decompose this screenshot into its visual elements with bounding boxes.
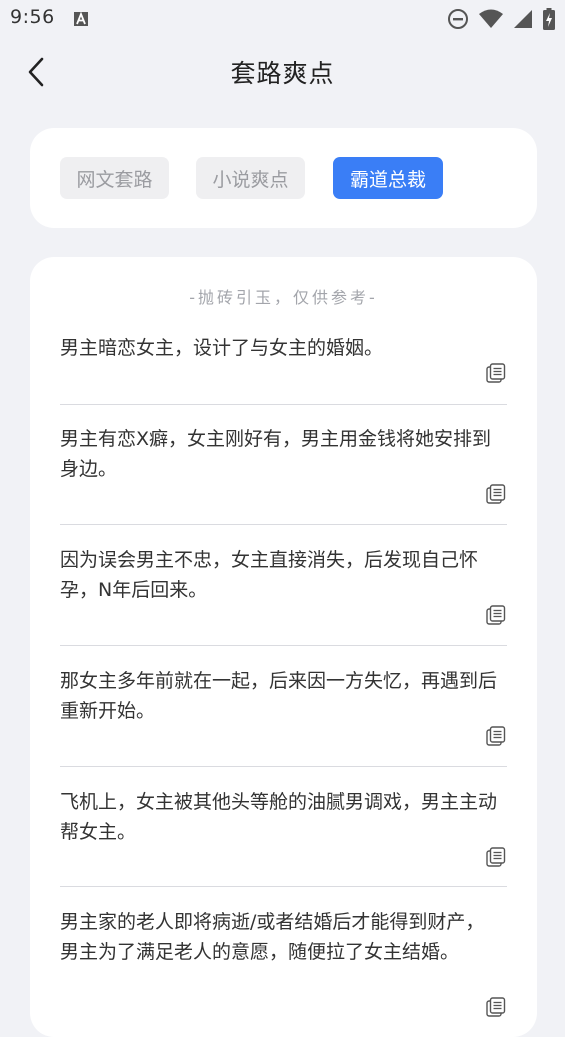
tab-novel-highlights[interactable]: 小说爽点 bbox=[196, 157, 305, 199]
page-title: 套路爽点 bbox=[230, 59, 335, 88]
battery-icon bbox=[543, 8, 555, 30]
cellular-signal-icon bbox=[514, 10, 532, 28]
category-tabs-card: 网文套路 小说爽点 霸道总裁 bbox=[30, 128, 537, 228]
list-item: 男主有恋X癖，女主刚好有，男主用金钱将她安排到身边。 bbox=[60, 424, 507, 504]
divider bbox=[60, 404, 507, 405]
list-item: 飞机上，女主被其他头等舱的油腻男调戏，男主主动帮女主。 bbox=[60, 787, 507, 867]
divider bbox=[60, 886, 507, 887]
copy-icon[interactable] bbox=[486, 847, 506, 867]
tab-label: 网文套路 bbox=[76, 168, 153, 191]
item-text: 因为误会男主不忠，女主直接消失，后发现自己怀孕，N年后回来。 bbox=[60, 549, 479, 601]
item-text: 男主家的老人即将病逝/或者结婚后才能得到财产，男主为了满足老人的意愿，随便拉了女… bbox=[60, 911, 485, 963]
header: 套路爽点 bbox=[0, 38, 565, 106]
tab-label: 霸道总裁 bbox=[349, 168, 426, 191]
item-text: 男主有恋X癖，女主刚好有，男主用金钱将她安排到身边。 bbox=[60, 428, 492, 480]
tab-web-novel-tropes[interactable]: 网文套路 bbox=[60, 157, 169, 199]
copy-icon[interactable] bbox=[486, 363, 506, 383]
copy-icon[interactable] bbox=[486, 605, 506, 625]
copy-icon[interactable] bbox=[486, 484, 506, 504]
list-item: 因为误会男主不忠，女主直接消失，后发现自己怀孕，N年后回来。 bbox=[60, 545, 507, 625]
item-text: 男主暗恋女主，设计了与女主的婚姻。 bbox=[60, 337, 384, 359]
tropes-list-card: -抛砖引玉，仅供参考- 男主暗恋女主，设计了与女主的婚姻。 男主有恋X癖，女主刚… bbox=[30, 257, 537, 1037]
wifi-icon bbox=[479, 9, 503, 28]
status-icons bbox=[447, 6, 555, 32]
divider bbox=[60, 766, 507, 767]
copy-icon[interactable] bbox=[486, 726, 506, 746]
status-time: 9:56 bbox=[10, 6, 55, 28]
divider bbox=[60, 645, 507, 646]
item-text: 飞机上，女主被其他头等舱的油腻男调戏，男主主动帮女主。 bbox=[60, 791, 498, 843]
reference-hint: -抛砖引玉，仅供参考- bbox=[189, 288, 378, 307]
list-item: 男主家的老人即将病逝/或者结婚后才能得到财产，男主为了满足老人的意愿，随便拉了女… bbox=[60, 907, 507, 1017]
copy-icon[interactable] bbox=[486, 997, 506, 1017]
divider bbox=[60, 524, 507, 525]
list-item: 男主暗恋女主，设计了与女主的婚姻。 bbox=[60, 333, 507, 405]
status-bar: 9:56 bbox=[0, 0, 565, 38]
list-item: 那女主多年前就在一起，后来因一方失忆，再遇到后重新开始。 bbox=[60, 666, 507, 746]
notification-a-icon bbox=[74, 11, 88, 26]
do-not-disturb-icon bbox=[448, 9, 468, 29]
tab-label: 小说爽点 bbox=[212, 168, 289, 191]
tab-domineering-ceo[interactable]: 霸道总裁 bbox=[333, 157, 443, 199]
item-text: 那女主多年前就在一起，后来因一方失忆，再遇到后重新开始。 bbox=[60, 670, 498, 722]
